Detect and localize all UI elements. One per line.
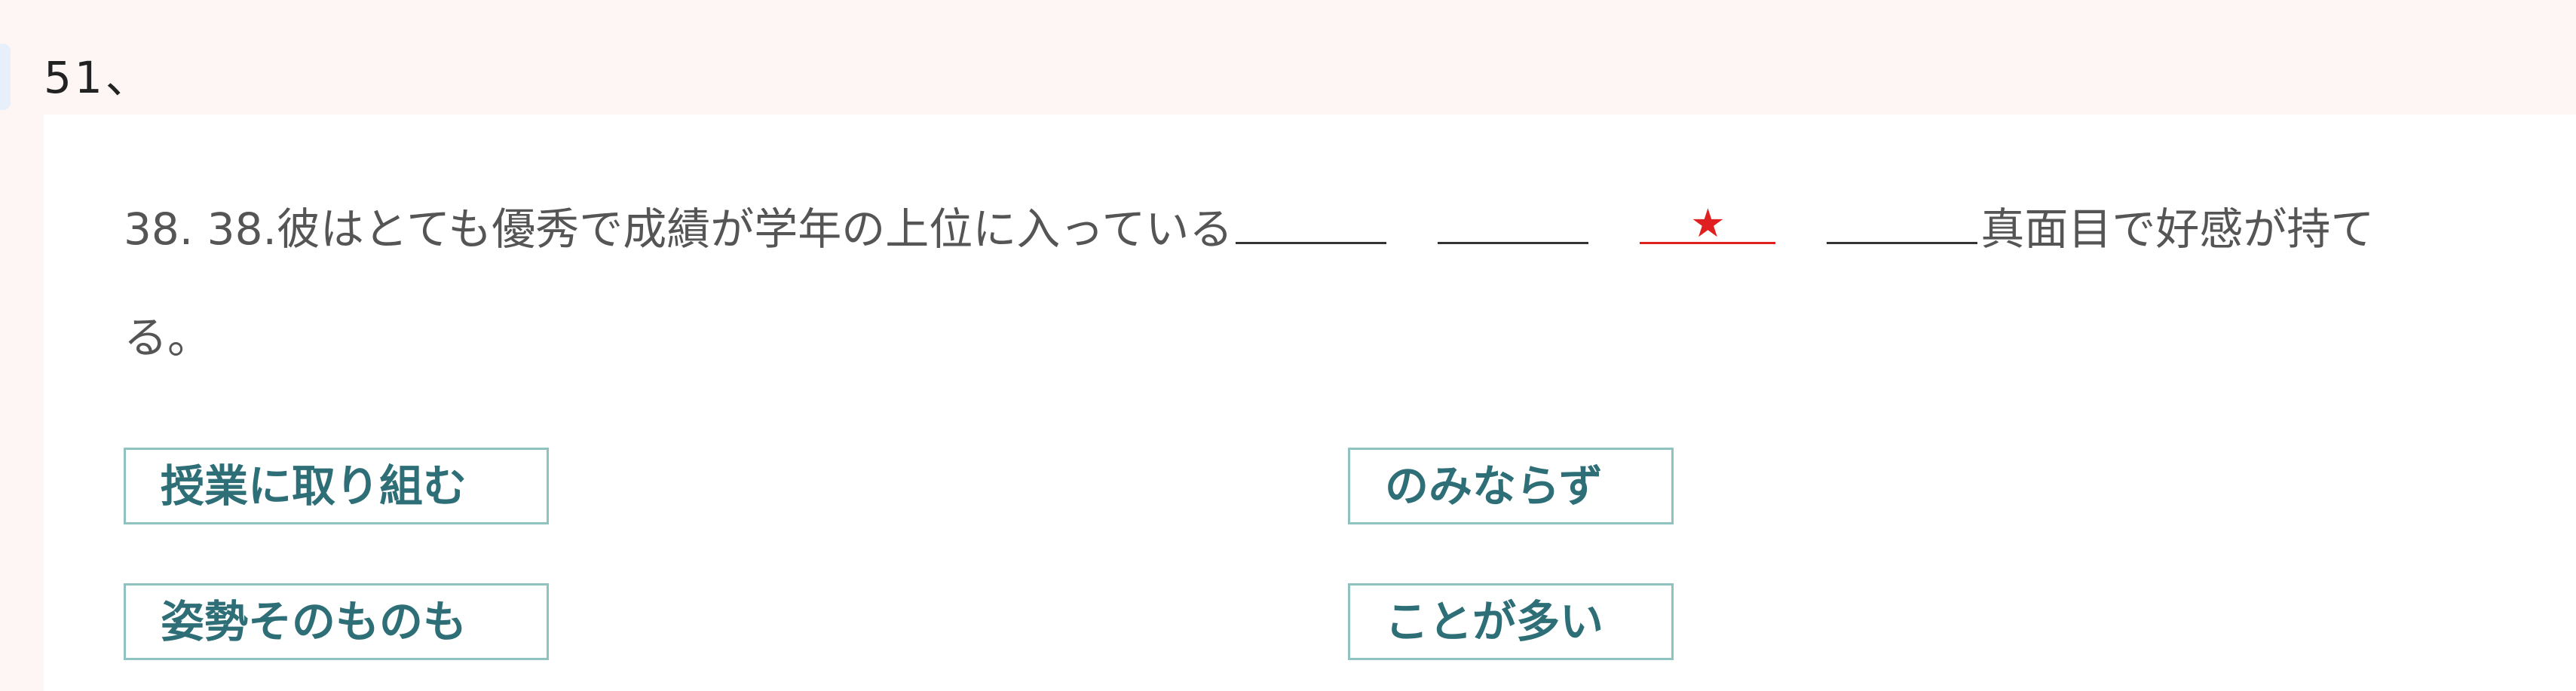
- sentence-text-after: 真面目で好感が持て: [1980, 203, 2375, 255]
- page: 51、 38. 38.彼はとても優秀で成績が学年の上位に入っている ★ 真面目で好感…: [0, 0, 2576, 691]
- option-button-4[interactable]: ことが多い: [1348, 583, 1674, 660]
- question-number: 51、: [44, 52, 152, 103]
- sentence-text-before: 38. 38.彼はとても優秀で成績が学年の上位に入っている: [124, 203, 1233, 255]
- blank-star[interactable]: ★: [1640, 197, 1776, 246]
- left-accent-bar: [0, 44, 11, 110]
- question-sentence: 38. 38.彼はとても優秀で成績が学年の上位に入っている ★ 真面目で好感が持てる…: [124, 175, 2536, 392]
- question-card: 38. 38.彼はとても優秀で成績が学年の上位に入っている ★ 真面目で好感が持てる…: [44, 115, 2576, 691]
- blank-1[interactable]: [1236, 197, 1387, 244]
- option-button-3[interactable]: 姿勢そのものも: [124, 583, 549, 660]
- sentence-text-line2: る。: [124, 312, 212, 363]
- blank-4[interactable]: [1827, 197, 1978, 244]
- star-icon: ★: [1690, 201, 1726, 246]
- option-button-1[interactable]: 授業に取り組む: [124, 448, 549, 524]
- blank-2[interactable]: [1438, 197, 1589, 244]
- option-button-2[interactable]: のみならず: [1348, 448, 1674, 524]
